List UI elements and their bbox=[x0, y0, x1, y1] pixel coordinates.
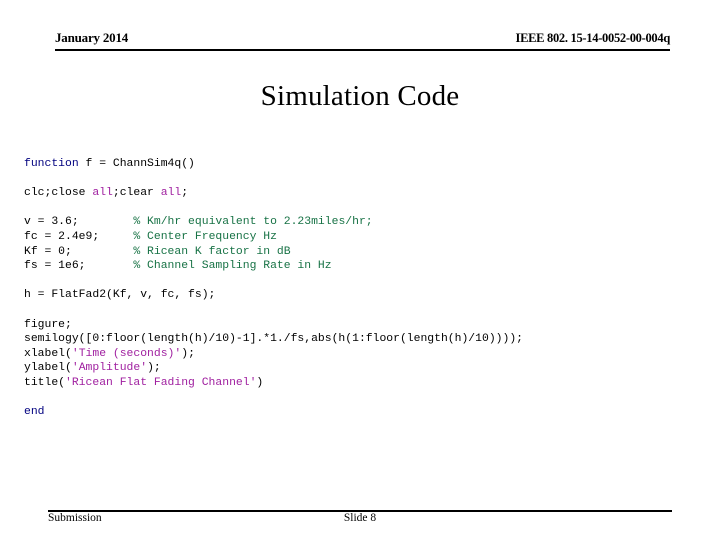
code-token-plain: ); bbox=[147, 362, 161, 375]
code-token-str: all bbox=[92, 187, 113, 200]
code-line: Kf = 0; % Ricean K factor in dB bbox=[24, 245, 714, 260]
code-token-plain: v = 3.6; bbox=[24, 216, 134, 229]
code-token-plain: Kf = 0; bbox=[24, 245, 134, 258]
code-token-plain: fc = 2.4e9; bbox=[24, 230, 134, 243]
code-token-plain: semilogy([0:floor(length(h)/10)-1].*1./f… bbox=[24, 333, 523, 346]
header-divider bbox=[55, 49, 670, 51]
code-line: end bbox=[24, 405, 714, 420]
code-token-str: 'Ricean Flat Fading Channel' bbox=[65, 376, 257, 389]
code-line: fs = 1e6; % Channel Sampling Rate in Hz bbox=[24, 259, 714, 274]
matlab-code-listing: function f = ChannSim4q() clc;close all;… bbox=[24, 157, 714, 420]
footer-slide-number: Slide 8 bbox=[343, 512, 377, 524]
slide-header: January 2014 IEEE 802. 15-14-0052-00-004… bbox=[55, 30, 670, 52]
code-token-plain: ylabel( bbox=[24, 362, 72, 375]
code-line: xlabel('Time (seconds)'); bbox=[24, 347, 714, 362]
code-token-cmt: % Ricean K factor in dB bbox=[133, 245, 291, 258]
slide-footer: Submission Slide 8 bbox=[48, 512, 672, 530]
code-token-plain: figure; bbox=[24, 318, 72, 331]
code-token-str: all bbox=[160, 187, 182, 200]
code-line: h = FlatFad2(Kf, v, fc, fs); bbox=[24, 288, 714, 303]
code-line: function f = ChannSim4q() bbox=[24, 157, 714, 172]
code-token-plain: clc;close bbox=[24, 187, 93, 200]
code-token-plain: ) bbox=[256, 376, 264, 389]
code-token-kw: end bbox=[24, 406, 45, 419]
code-line: semilogy([0:floor(length(h)/10)-1].*1./f… bbox=[24, 332, 714, 347]
page-title: Simulation Code bbox=[260, 80, 460, 112]
code-token-plain: f = ChannSim4q() bbox=[78, 158, 195, 170]
code-token-plain: ); bbox=[181, 347, 195, 360]
code-token-plain: ;clear bbox=[112, 187, 161, 200]
code-token-str: 'Time (seconds)' bbox=[71, 347, 182, 360]
code-line: ylabel('Amplitude'); bbox=[24, 361, 714, 376]
code-token-plain: xlabel( bbox=[24, 347, 72, 360]
header-date: January 2014 bbox=[55, 30, 129, 45]
code-token-plain: title( bbox=[24, 376, 66, 389]
code-line: fc = 2.4e9; % Center Frequency Hz bbox=[24, 230, 714, 245]
code-line: v = 3.6; % Km/hr equivalent to 2.23miles… bbox=[24, 215, 714, 230]
code-line: clc;close all;clear all; bbox=[24, 186, 714, 201]
header-document-id: IEEE 802. 15-14-0052-00-004q bbox=[515, 31, 671, 45]
code-token-kw: function bbox=[24, 158, 79, 170]
code-token-str: 'Amplitude' bbox=[71, 362, 148, 375]
code-token-cmt: % Channel Sampling Rate in Hz bbox=[133, 260, 332, 273]
code-token-plain: h = FlatFad2(Kf, v, fc, fs); bbox=[24, 289, 216, 302]
code-token-plain: ; bbox=[181, 187, 189, 200]
code-token-cmt: % Km/hr equivalent to 2.23miles/hr; bbox=[133, 216, 373, 229]
code-token-plain: fs = 1e6; bbox=[24, 260, 134, 273]
code-token-cmt: % Center Frequency Hz bbox=[133, 230, 277, 243]
code-line: figure; bbox=[24, 318, 714, 333]
code-line: title('Ricean Flat Fading Channel') bbox=[24, 376, 714, 391]
